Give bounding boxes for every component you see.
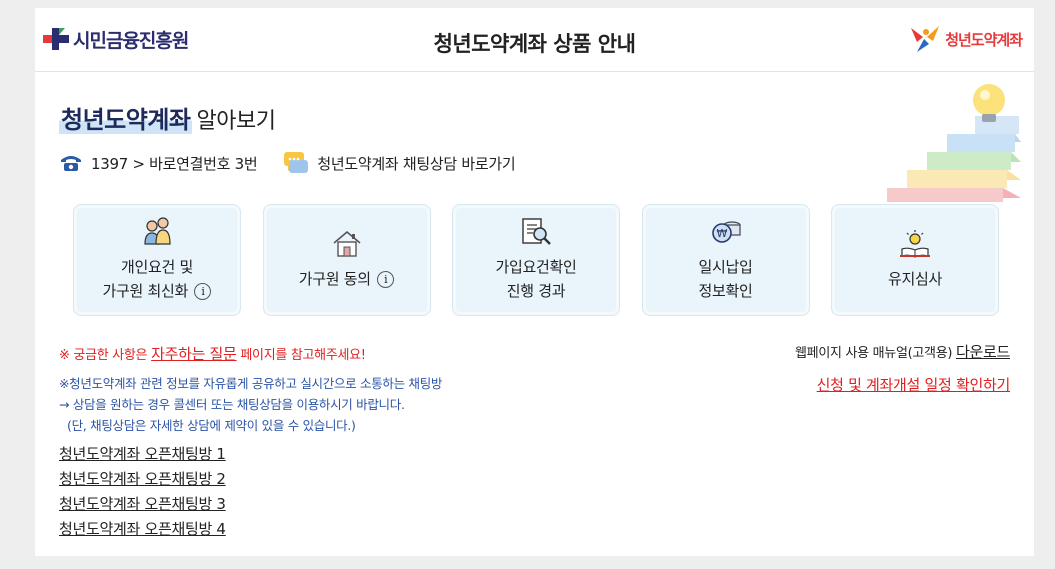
svg-text:₩: ₩ (716, 227, 727, 240)
card-maintenance-review-label: 유지심사 (887, 270, 942, 288)
intro-title: 청년도약계좌 알아보기 (59, 100, 276, 135)
product-logo-text: 청년도약계좌 (945, 30, 1023, 49)
main-panel: 시민금융진흥원 청년도약계좌 상품 안내 청년도약계좌 청년도약계좌 알아보기 1… (35, 8, 1034, 556)
schedule-link[interactable]: 신청 및 계좌개설 일정 확인하기 (817, 374, 1011, 395)
intro-title-rest: 알아보기 (196, 109, 276, 134)
intro-title-highlight: 청년도약계좌 (59, 106, 193, 134)
card-personal-update[interactable]: 개인요건 및 가구원 최신화 i (73, 204, 241, 316)
manual-download-link[interactable]: 다운로드 (956, 343, 1010, 361)
phone-icon (61, 156, 81, 171)
info-icon[interactable]: i (194, 283, 212, 300)
phone-text[interactable]: 1397 > 바로연결번호 3번 (91, 153, 258, 174)
open-chat-room-link[interactable]: 청년도약계좌 오픈채팅방 4 (59, 517, 226, 542)
chat-icon (284, 152, 309, 173)
card-eligibility-progress-label: 가입요건확인 진행 경과 (495, 258, 577, 300)
menu-cards: 개인요건 및 가구원 최신화 i 가구원 동의 i 가입요건확인 진행 경과 ₩… (73, 204, 999, 316)
contact-row: 1397 > 바로연결번호 3번 청년도약계좌 채팅상담 바로가기 (59, 151, 516, 175)
header: 시민금융진흥원 청년도약계좌 상품 안내 청년도약계좌 (35, 8, 1034, 72)
manual-download: 웹페이지 사용 매뉴얼(고객용) 다운로드 (795, 343, 1010, 361)
card-eligibility-progress[interactable]: 가입요건확인 진행 경과 (452, 204, 620, 316)
card-personal-update-label: 개인요건 및 가구원 최신화 i (103, 255, 212, 303)
open-chat-room-link[interactable]: 청년도약계좌 오픈채팅방 2 (59, 467, 226, 492)
card-lump-sum-info[interactable]: ₩ 일시납입 정보확인 (641, 204, 810, 316)
open-chat-room-list: 청년도약계좌 오픈채팅방 1 청년도약계좌 오픈채팅방 2 청년도약계좌 오픈채… (59, 442, 226, 542)
faq-link[interactable]: 자주하는 질문 (151, 345, 237, 363)
product-logo-mark-icon (911, 26, 940, 52)
faq-note: ※ 궁금한 사항은 자주하는 질문 페이지를 참고해주세요! (59, 345, 366, 363)
chat-link[interactable]: 청년도약계좌 채팅상담 바로가기 (317, 153, 515, 174)
document-search-icon (522, 218, 551, 245)
card-lump-sum-info-label: 일시납입 정보확인 (698, 258, 753, 300)
open-chat-room-link[interactable]: 청년도약계좌 오픈채팅방 1 (59, 442, 226, 467)
card-maintenance-review[interactable]: 유지심사 (831, 204, 999, 316)
card-household-consent[interactable]: 가구원 동의 i (262, 204, 431, 316)
info-icon[interactable]: i (377, 271, 395, 288)
house-icon (332, 230, 361, 257)
open-chat-room-link[interactable]: 청년도약계좌 오픈채팅방 3 (59, 492, 226, 517)
card-household-consent-label: 가구원 동의 i (299, 267, 395, 291)
family-icon (144, 217, 171, 245)
won-coins-icon: ₩ (711, 221, 741, 243)
product-logo[interactable]: 청년도약계좌 (909, 24, 1023, 54)
lightbulb-stairs-illustration (887, 84, 1021, 202)
page-title: 청년도약계좌 상품 안내 (433, 32, 636, 56)
lightbulb-book-icon (900, 230, 930, 258)
chat-notice: ※청년도약계좌 관련 정보를 자유롭게 공유하고 실시간으로 소통하는 채팅방 … (59, 376, 443, 433)
